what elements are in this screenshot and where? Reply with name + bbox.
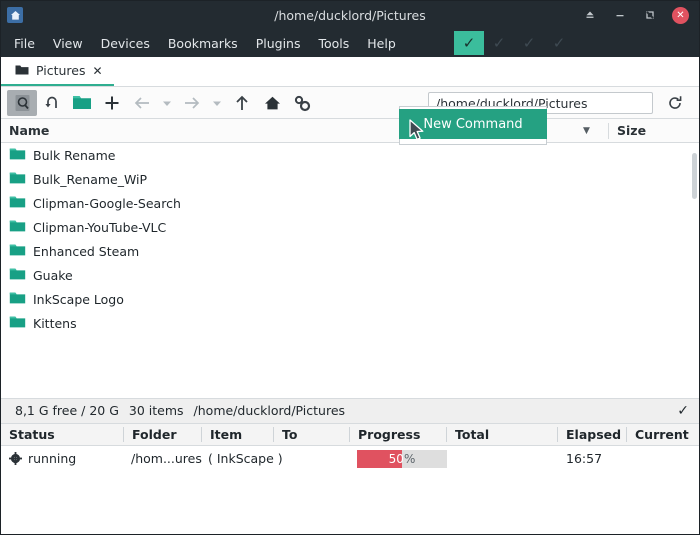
folder-icon xyxy=(9,314,26,333)
list-item[interactable]: Guake xyxy=(1,263,699,287)
menu-item-help[interactable]: Help xyxy=(358,32,405,55)
menu-bar: File View Devices Bookmarks Plugins Tool… xyxy=(1,29,699,57)
forward-history-button[interactable] xyxy=(207,90,227,116)
list-item[interactable]: Bulk Rename xyxy=(1,143,699,167)
folder-icon xyxy=(15,61,29,80)
table-row[interactable]: running /hom...ures ( InkScape ) 50% 16:… xyxy=(1,446,699,472)
file-name: Clipman-YouTube-VLC xyxy=(33,220,166,235)
up-button[interactable] xyxy=(227,90,257,116)
tooltip-new-command: New Command xyxy=(399,109,547,139)
maximize-button[interactable] xyxy=(642,7,658,23)
tab-pictures[interactable]: Pictures ✕ xyxy=(1,57,114,86)
task-elapsed-cell: 16:57 xyxy=(566,446,602,472)
column-header-to[interactable]: To xyxy=(273,427,297,442)
minimize-button[interactable] xyxy=(612,7,628,23)
column-header-progress[interactable]: Progress xyxy=(349,427,420,442)
folder-icon xyxy=(9,146,26,165)
refresh-button[interactable] xyxy=(663,92,687,114)
forward-button[interactable] xyxy=(177,90,207,116)
menu-item-file[interactable]: File xyxy=(5,32,44,55)
file-name: Guake xyxy=(33,268,73,283)
check-button-3[interactable]: ✓ xyxy=(514,31,544,55)
task-status-label: running xyxy=(28,451,76,466)
vertical-scrollbar[interactable] xyxy=(690,143,699,398)
folder-icon xyxy=(9,194,26,213)
gear-icon xyxy=(9,452,22,465)
column-header-folder[interactable]: Folder xyxy=(123,427,177,442)
column-header-elapsed[interactable]: Elapsed xyxy=(557,427,621,442)
home-button[interactable] xyxy=(257,90,287,116)
window-controls: ✕ xyxy=(582,7,699,24)
list-item[interactable]: InkScape Logo xyxy=(1,287,699,311)
free-space-label: 8,1 G free / 20 G xyxy=(15,403,119,418)
column-header-item[interactable]: Item xyxy=(201,427,242,442)
task-status-cell: running xyxy=(9,446,76,472)
shade-button[interactable] xyxy=(582,7,598,23)
task-progress-cell: 50% xyxy=(357,446,447,472)
file-name: Bulk_Rename_WiP xyxy=(33,172,147,187)
folder-icon xyxy=(9,290,26,309)
progress-label: 50% xyxy=(357,450,447,468)
toolbar: /home/ducklord/Pictures xyxy=(1,87,699,119)
folder-icon xyxy=(9,218,26,237)
file-name: Bulk Rename xyxy=(33,148,115,163)
task-table-body: running /hom...ures ( InkScape ) 50% 16:… xyxy=(1,446,699,535)
scrollbar-thumb[interactable] xyxy=(692,153,697,199)
column-header-status[interactable]: Status xyxy=(1,427,55,442)
file-name: Kittens xyxy=(33,316,77,331)
column-header-size[interactable]: Size xyxy=(608,123,646,139)
back-history-button[interactable] xyxy=(157,90,177,116)
folder-icon xyxy=(9,242,26,261)
title-bar: /home/ducklord/Pictures ✕ xyxy=(1,1,699,29)
open-folder-button[interactable] xyxy=(67,90,97,116)
file-name: Clipman-Google-Search xyxy=(33,196,181,211)
close-icon[interactable]: ✕ xyxy=(93,64,103,78)
folder-icon xyxy=(9,170,26,189)
file-list-header: Name ▼ Size xyxy=(1,119,699,143)
column-header-total[interactable]: Total xyxy=(446,427,489,442)
list-item[interactable]: Kittens xyxy=(1,311,699,335)
preview-button[interactable] xyxy=(7,90,37,116)
settings-button[interactable] xyxy=(287,90,317,116)
file-name: InkScape Logo xyxy=(33,292,124,307)
progress-bar: 50% xyxy=(357,450,447,468)
file-name: Enhanced Steam xyxy=(33,244,139,259)
file-list: Bulk Rename Bulk_Rename_WiP Clipman-Goog… xyxy=(1,143,699,398)
list-item[interactable]: Enhanced Steam xyxy=(1,239,699,263)
column-header-current[interactable]: Current xyxy=(626,427,689,442)
list-item[interactable]: Clipman-YouTube-VLC xyxy=(1,215,699,239)
home-icon xyxy=(7,7,23,23)
menu-item-devices[interactable]: Devices xyxy=(92,32,159,55)
menu-item-tools[interactable]: Tools xyxy=(309,32,358,55)
menu-item-bookmarks[interactable]: Bookmarks xyxy=(159,32,247,55)
progress-value: 50 xyxy=(389,452,404,466)
tooltip-label: New Command xyxy=(423,117,522,132)
close-button[interactable]: ✕ xyxy=(672,7,689,24)
list-item[interactable]: Clipman-Google-Search xyxy=(1,191,699,215)
progress-percent-sign: % xyxy=(404,452,415,466)
folder-icon xyxy=(9,266,26,285)
tab-label: Pictures xyxy=(36,63,86,78)
tab-bar: Pictures ✕ xyxy=(1,57,699,87)
check-button-2[interactable]: ✓ xyxy=(484,31,514,55)
task-folder-cell: /hom...ures xyxy=(131,446,202,472)
status-bar: 8,1 G free / 20 G 30 items /home/ducklor… xyxy=(1,398,699,424)
item-count-label: 30 items xyxy=(119,403,184,418)
undo-button[interactable] xyxy=(37,90,67,116)
panel-check-group: ✓ ✓ ✓ ✓ xyxy=(454,29,574,57)
check-button-1[interactable]: ✓ xyxy=(454,31,484,55)
status-check-icon[interactable]: ✓ xyxy=(677,403,689,419)
chevron-down-icon[interactable]: ▼ xyxy=(583,126,590,136)
list-item[interactable]: Bulk_Rename_WiP xyxy=(1,167,699,191)
menu-item-plugins[interactable]: Plugins xyxy=(247,32,310,55)
menu-item-view[interactable]: View xyxy=(44,32,92,55)
new-tab-button[interactable] xyxy=(97,90,127,116)
current-path-label: /home/ducklord/Pictures xyxy=(184,403,346,418)
task-item-cell: ( InkScape ) xyxy=(208,446,283,472)
back-button[interactable] xyxy=(127,90,157,116)
column-header-name[interactable]: Name xyxy=(1,123,49,138)
task-table-header: Status Folder Item To Progress Total Ela… xyxy=(1,424,699,446)
check-button-4[interactable]: ✓ xyxy=(544,31,574,55)
file-manager-window: /home/ducklord/Pictures ✕ xyxy=(0,0,700,535)
